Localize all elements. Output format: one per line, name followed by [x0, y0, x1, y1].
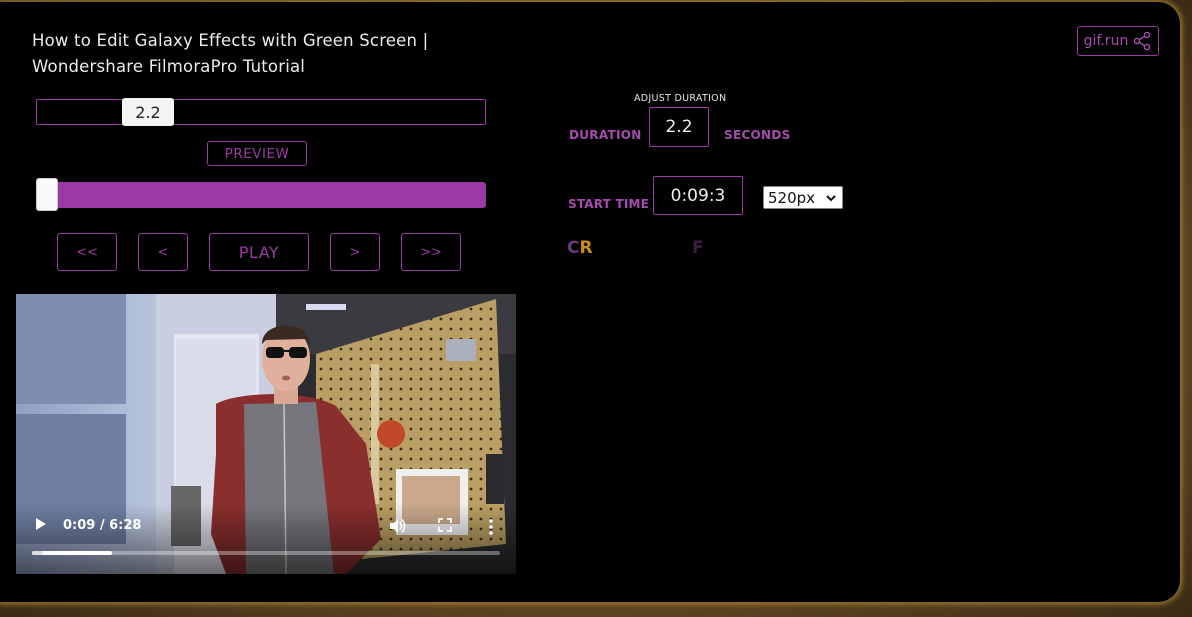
- fullscreen-icon[interactable]: [438, 518, 452, 532]
- seek-slider-handle[interactable]: [36, 178, 58, 211]
- forward-button[interactable]: >: [330, 233, 380, 271]
- duration-label: DURATION: [569, 128, 642, 142]
- video-play-icon[interactable]: [34, 516, 48, 532]
- video-played-bar: [32, 551, 43, 555]
- seek-slider[interactable]: [36, 178, 486, 211]
- more-options-icon[interactable]: [488, 518, 494, 536]
- brand-label: gif.run: [1083, 33, 1129, 49]
- share-icon: [1134, 31, 1151, 51]
- video-progress-bar[interactable]: [32, 551, 500, 555]
- cr-c-label: C: [567, 238, 580, 258]
- f-toggle[interactable]: F: [692, 238, 704, 258]
- video-controls-overlay: [16, 504, 516, 574]
- duration-input[interactable]: 2.2: [649, 107, 709, 147]
- video-buffered-bar: [32, 551, 112, 555]
- share-button[interactable]: gif.run: [1077, 26, 1159, 56]
- rewind-button[interactable]: <: [138, 233, 188, 271]
- video-player[interactable]: 0:09 / 6:28: [16, 294, 516, 574]
- start-time-input[interactable]: 0:09:3: [653, 176, 743, 215]
- size-select-value: 520px: [768, 188, 816, 207]
- play-button[interactable]: PLAY: [209, 233, 309, 271]
- volume-icon[interactable]: [388, 517, 406, 535]
- seconds-label: SECONDS: [724, 128, 791, 142]
- rewind-fast-button[interactable]: <<: [57, 233, 117, 271]
- cr-r-label: R: [579, 238, 593, 258]
- chevron-down-icon: [826, 195, 836, 202]
- forward-fast-button[interactable]: >>: [401, 233, 461, 271]
- adjust-duration-label: ADJUST DURATION: [634, 93, 727, 104]
- main-panel: How to Edit Galaxy Effects with Green Sc…: [0, 2, 1180, 602]
- video-time-display: 0:09 / 6:28: [63, 518, 142, 533]
- page-title: How to Edit Galaxy Effects with Green Sc…: [32, 31, 429, 76]
- start-time-label: START TIME: [568, 197, 650, 211]
- cr-toggle[interactable]: CR: [567, 238, 593, 258]
- size-select[interactable]: 520px: [763, 186, 843, 209]
- duration-slider[interactable]: 2.2: [36, 98, 486, 126]
- preview-button[interactable]: PREVIEW: [207, 141, 307, 166]
- duration-slider-knob[interactable]: 2.2: [122, 98, 174, 126]
